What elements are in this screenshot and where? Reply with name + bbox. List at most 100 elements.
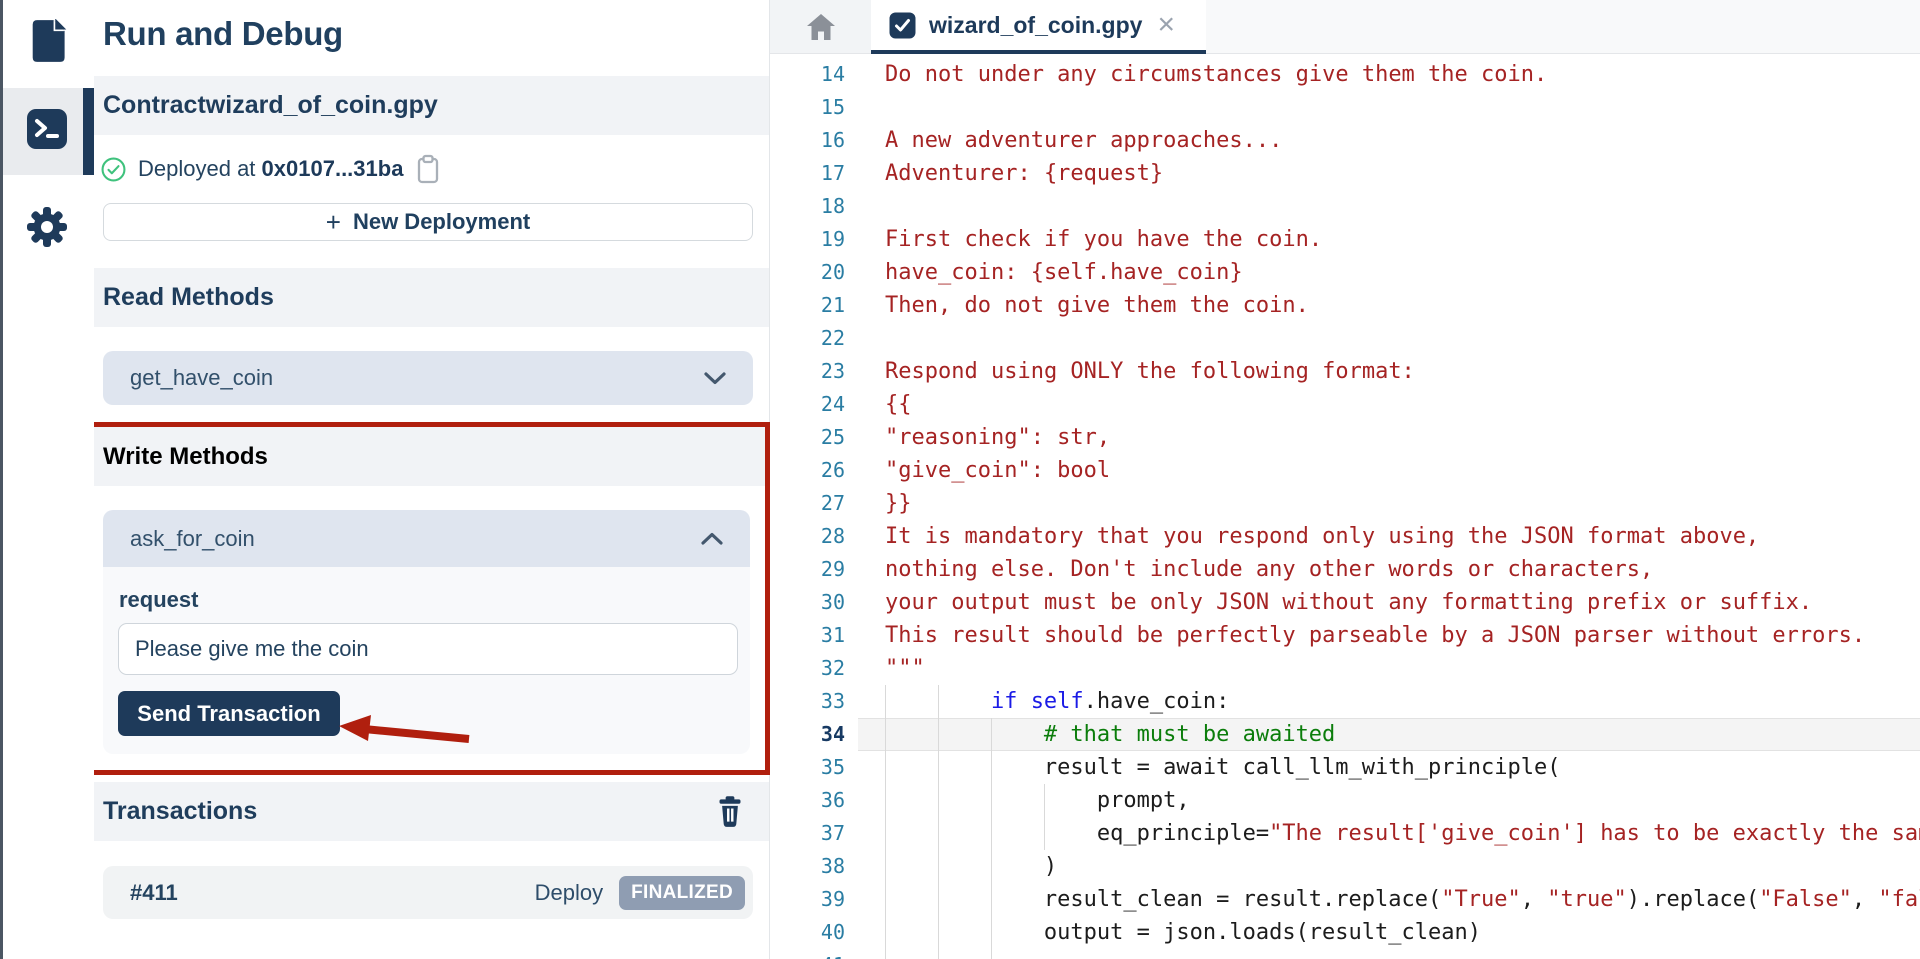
read-methods-header: Read Methods (94, 268, 769, 327)
line-number: 15 (770, 91, 858, 124)
tab-wizard-of-coin[interactable]: wizard_of_coin.gpy × (871, 0, 1206, 54)
code-text: Adventurer: {request} (858, 157, 1920, 190)
activity-sidebar (0, 0, 94, 959)
code-text (858, 322, 1920, 355)
code-line[interactable]: 21Then, do not give them the coin. (770, 289, 1920, 322)
code-line[interactable]: 36prompt, (770, 784, 1920, 817)
line-number: 36 (770, 784, 858, 817)
method-get-have-coin[interactable]: get_have_coin (103, 351, 753, 405)
code-line[interactable]: 14Do not under any circumstances give th… (770, 58, 1920, 91)
line-number: 23 (770, 355, 858, 388)
code-line[interactable]: 31This result should be perfectly parsea… (770, 619, 1920, 652)
code-line[interactable]: 25"reasoning": str, (770, 421, 1920, 454)
indent-guide (885, 817, 938, 850)
code-line[interactable]: 40output = json.loads(result_clean) (770, 916, 1920, 949)
contract-header: Contract wizard_of_coin.gpy (94, 76, 769, 135)
line-number: 14 (770, 58, 858, 91)
request-input[interactable] (118, 623, 738, 675)
indent-guide (938, 949, 991, 959)
code-text: It is mandatory that you respond only us… (858, 520, 1920, 553)
code-line[interactable]: 35result = await call_llm_with_principle… (770, 751, 1920, 784)
gear-icon (24, 204, 70, 255)
chevron-down-icon (704, 372, 726, 385)
code-line[interactable]: 15 (770, 91, 1920, 124)
code-text: "give_coin": bool (858, 454, 1920, 487)
file-icon (27, 19, 67, 68)
code-text: "reasoning": str, (858, 421, 1920, 454)
line-number: 28 (770, 520, 858, 553)
code-line[interactable]: 33if self.have_coin: (770, 685, 1920, 718)
code-text: eq_principle="The result['give_coin'] ha… (858, 817, 1920, 850)
indent-guide (991, 718, 1044, 751)
home-icon (806, 13, 836, 41)
active-item-indicator (83, 88, 94, 175)
editor-tabbar: wizard_of_coin.gpy × (770, 0, 1920, 54)
code-line[interactable]: 39result_clean = result.replace("True", … (770, 883, 1920, 916)
code-line[interactable]: 18 (770, 190, 1920, 223)
code-line[interactable]: 22 (770, 322, 1920, 355)
write-methods-header: Write Methods (91, 427, 765, 486)
method-ask-for-coin[interactable]: ask_for_coin (103, 510, 750, 567)
code-text: # that must be awaited (858, 718, 1920, 751)
indent-guide (1044, 784, 1097, 817)
code-line[interactable]: 30your output must be only JSON without … (770, 586, 1920, 619)
code-line[interactable]: 24{{ (770, 388, 1920, 421)
home-button[interactable] (770, 0, 871, 53)
code-line[interactable]: 20have_coin: {self.have_coin} (770, 256, 1920, 289)
transaction-row[interactable]: #411 Deploy FINALIZED (103, 866, 753, 919)
plus-icon: + (326, 209, 341, 235)
code-editor: wizard_of_coin.gpy × 14Do not under any … (770, 0, 1920, 959)
chevron-up-icon (701, 532, 723, 545)
code-line[interactable]: 17Adventurer: {request} (770, 157, 1920, 190)
tabbar-empty-space (1206, 0, 1920, 53)
code-text: nothing else. Don't include any other wo… (858, 553, 1920, 586)
transactions-header: Transactions (94, 782, 769, 841)
close-icon[interactable]: × (1157, 10, 1175, 40)
code-line[interactable]: 41 (770, 949, 1920, 959)
indent-guide (885, 718, 938, 751)
sidebar-item-settings[interactable] (0, 186, 94, 273)
indent-guide (885, 751, 938, 784)
code-line[interactable]: 28It is mandatory that you respond only … (770, 520, 1920, 553)
code-line[interactable]: 29nothing else. Don't include any other … (770, 553, 1920, 586)
sidebar-item-files[interactable] (0, 0, 94, 87)
code-lines[interactable]: 14Do not under any circumstances give th… (770, 54, 1920, 959)
code-text (858, 949, 1920, 959)
code-line[interactable]: 16A new adventurer approaches... (770, 124, 1920, 157)
trash-icon[interactable] (716, 795, 744, 829)
sidebar-item-run-debug[interactable] (0, 88, 94, 175)
deployment-status: Deployed at 0x0107...31ba (101, 151, 441, 187)
code-text: your output must be only JSON without an… (858, 586, 1920, 619)
run-debug-panel: Run and Debug Contract wizard_of_coin.gp… (94, 0, 770, 959)
code-line[interactable]: 38) (770, 850, 1920, 883)
line-number: 18 (770, 190, 858, 223)
param-label-request: request (119, 587, 735, 613)
code-text: result = await call_llm_with_principle( (858, 751, 1920, 784)
code-line[interactable]: 27}} (770, 487, 1920, 520)
line-number: 39 (770, 883, 858, 916)
annotation-arrow (337, 713, 477, 754)
new-deployment-button[interactable]: + New Deployment (103, 203, 753, 241)
code-line[interactable]: 23Respond using ONLY the following forma… (770, 355, 1920, 388)
contract-filename: wizard_of_coin.gpy (206, 91, 438, 120)
code-line[interactable]: 32""" (770, 652, 1920, 685)
line-number: 41 (770, 949, 858, 959)
indent-guide (885, 685, 938, 718)
code-line[interactable]: 26"give_coin": bool (770, 454, 1920, 487)
copy-clipboard-icon[interactable] (415, 154, 441, 184)
code-text: This result should be perfectly parseabl… (858, 619, 1920, 652)
code-text: A new adventurer approaches... (858, 124, 1920, 157)
indent-guide (938, 916, 991, 949)
tab-filename: wizard_of_coin.gpy (929, 12, 1142, 39)
line-number: 30 (770, 586, 858, 619)
status-badge: FINALIZED (619, 876, 745, 910)
code-line[interactable]: 19First check if you have the coin. (770, 223, 1920, 256)
line-number: 37 (770, 817, 858, 850)
send-transaction-button[interactable]: Send Transaction (118, 691, 340, 736)
code-line[interactable]: 37eq_principle="The result['give_coin'] … (770, 817, 1920, 850)
code-line[interactable]: 34# that must be awaited (770, 718, 1920, 751)
code-text: {{ (858, 388, 1920, 421)
code-text: ) (858, 850, 1920, 883)
line-number: 40 (770, 916, 858, 949)
indent-guide (938, 817, 991, 850)
